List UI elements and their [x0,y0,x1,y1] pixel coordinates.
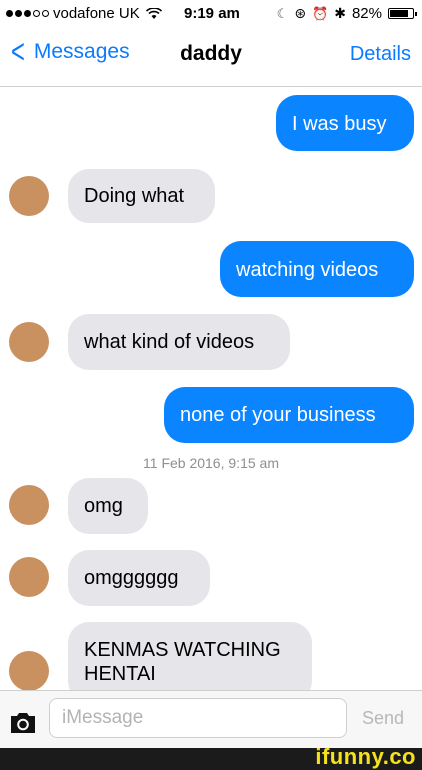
bluetooth-icon: ✱ [334,5,346,21]
contact-name[interactable]: daddy [180,42,242,65]
timestamp-date: 11 Feb 2016, [143,455,225,471]
avatar[interactable] [9,557,49,597]
back-button[interactable]: < Messages [8,33,130,71]
timestamp-time: 9:15 am [228,455,279,471]
message-text: none of your business [180,404,376,426]
carrier-name: vodafone UK [53,5,140,22]
chevron-left-icon: < [10,33,25,71]
signal-carrier: vodafone UK [6,5,162,22]
camera-icon[interactable] [8,711,38,735]
avatar[interactable] [9,176,49,216]
battery-icon [388,8,417,19]
nav-divider [0,86,422,87]
message-bubble-incoming[interactable]: omgggggg [68,550,210,606]
message-text: omgggggg [84,567,179,589]
avatar[interactable] [9,485,49,525]
message-text: I was busy [292,113,387,135]
message-bubble-incoming[interactable]: what kind of videos [68,314,290,370]
message-timestamp: 11 Feb 2016, 9:15 am [0,455,422,471]
status-icons: ☾ ⊛ ⏰ ✱ 82% [276,5,417,22]
send-button[interactable]: Send [362,708,404,729]
compose-bar: Send [0,690,422,748]
battery-percent: 82% [351,5,382,22]
signal-strength-icon [6,10,49,17]
ifunny-watermark: ifunny.co [315,744,416,769]
message-text: Doing what [84,185,185,207]
wifi-icon [145,7,162,19]
avatar[interactable] [9,651,49,691]
details-button[interactable]: Details [350,43,411,66]
message-bubble-incoming[interactable]: Doing what [68,169,215,223]
status-time: 9:19 am [184,5,240,22]
watermark-bar: ifunny.co [0,744,422,770]
message-text: what kind of videos [84,331,255,353]
message-text: watching videos [236,259,379,281]
message-text: KENMAS WATCHING HENTAI [84,639,281,685]
message-bubble-incoming[interactable]: omg [68,478,148,534]
status-bar: vodafone UK 9:19 am ☾ ⊛ ⏰ ✱ 82% [0,0,422,28]
alarm-icon: ⏰ [312,5,329,21]
imessage-input[interactable] [49,698,347,738]
rotation-lock-icon: ⊛ [294,5,307,21]
moon-icon: ☾ [276,5,289,21]
navigation-bar: < Messages daddy Details [0,28,422,84]
message-text: omg [84,495,123,517]
avatar[interactable] [9,322,49,362]
message-bubble-outgoing[interactable]: none of your business [164,387,414,443]
back-label: Messages [33,40,130,63]
message-bubble-outgoing[interactable]: I was busy [276,95,414,151]
message-bubble-outgoing[interactable]: watching videos [220,241,414,297]
